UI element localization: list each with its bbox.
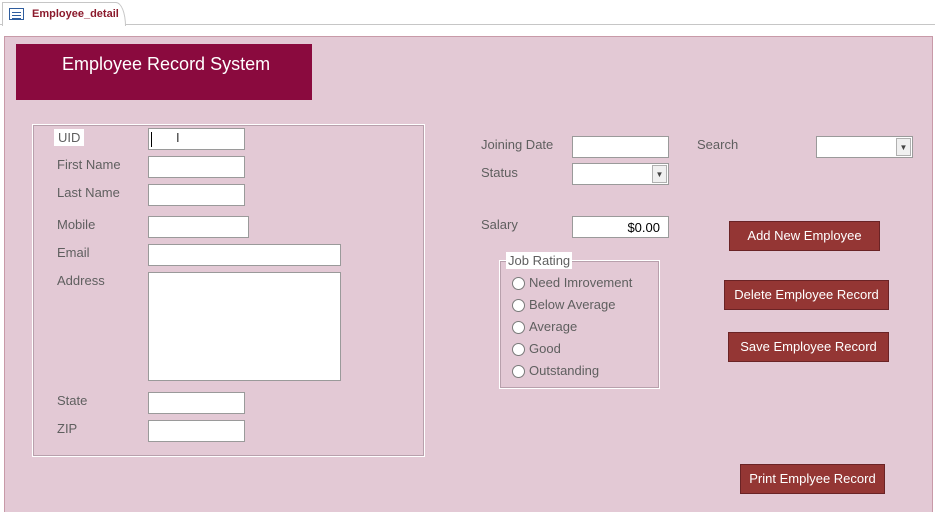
address-field[interactable] — [148, 272, 341, 381]
first-name-field[interactable] — [148, 156, 245, 178]
email-label: Email — [57, 245, 90, 260]
rating-option-label: Good — [529, 341, 561, 356]
delete-employee-button[interactable]: Delete Employee Record — [724, 280, 889, 310]
ibeam-cursor-icon: I — [176, 130, 180, 145]
save-employee-button[interactable]: Save Employee Record — [728, 332, 889, 362]
radio-button[interactable] — [512, 365, 525, 378]
chevron-down-icon[interactable]: ▼ — [652, 165, 667, 183]
mobile-field[interactable] — [148, 216, 249, 238]
joining-date-label: Joining Date — [481, 137, 554, 152]
joining-date-field[interactable] — [572, 136, 669, 158]
email-field[interactable] — [148, 244, 341, 266]
radio-button[interactable] — [512, 321, 525, 334]
zip-field[interactable] — [148, 420, 245, 442]
rating-option-label: Average — [529, 319, 578, 334]
first-name-label: First Name — [57, 157, 121, 172]
salary-label: Salary — [481, 217, 518, 232]
radio-button[interactable] — [512, 343, 525, 356]
page-title: Employee Record System — [62, 54, 271, 74]
zip-label: ZIP — [57, 421, 78, 436]
rating-option-label: Below Average — [529, 297, 616, 312]
chevron-down-icon[interactable]: ▼ — [896, 138, 911, 156]
job-rating-title: Job Rating — [506, 252, 573, 269]
header-banner: Employee Record System — [16, 44, 312, 100]
radio-button[interactable] — [512, 299, 525, 312]
salary-value: $0.00 — [627, 220, 660, 235]
uid-label: UID — [54, 129, 85, 146]
document-tab-bar: Employee_detail — [0, 0, 935, 26]
search-combo[interactable]: ▼ — [816, 136, 913, 158]
radio-button[interactable] — [512, 277, 525, 290]
state-label: State — [57, 393, 88, 408]
last-name-field[interactable] — [148, 184, 245, 206]
tab-title: Employee_detail — [32, 8, 119, 20]
state-field[interactable] — [148, 392, 245, 414]
status-label: Status — [481, 165, 518, 180]
rating-option-label: Need Imrovement — [529, 275, 633, 290]
mobile-label: Mobile — [57, 217, 96, 232]
tab-employee-detail[interactable]: Employee_detail — [2, 2, 126, 26]
form-icon — [9, 8, 24, 20]
rating-option-label: Outstanding — [529, 363, 600, 378]
salary-field[interactable]: $0.00 — [572, 216, 669, 238]
print-employee-button[interactable]: Print Emplyee Record — [740, 464, 885, 494]
status-combo[interactable]: ▼ — [572, 163, 669, 185]
uid-field[interactable]: I — [148, 128, 245, 150]
text-caret — [151, 132, 152, 147]
add-new-employee-button[interactable]: Add New Employee — [729, 221, 880, 251]
search-label: Search — [697, 137, 739, 152]
last-name-label: Last Name — [57, 185, 120, 200]
address-label: Address — [57, 273, 105, 288]
